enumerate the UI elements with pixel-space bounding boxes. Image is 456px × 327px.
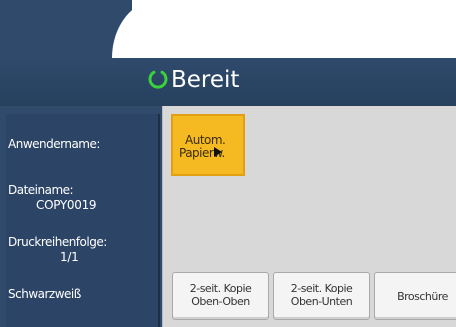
booklet-label: Broschüre: [397, 290, 448, 303]
file-name-label: Dateiname:: [8, 183, 74, 197]
arrow-right-icon: [214, 147, 222, 157]
status-text: Bereit: [171, 67, 240, 93]
auto-paper-select-button[interactable]: Autom. Papierw.: [171, 114, 245, 176]
duplex-top-bottom-line1: 2-seit. Kopie: [290, 282, 353, 295]
print-order-label: Druckreihenfolge:: [8, 235, 107, 249]
duplex-top-bottom-button[interactable]: 2-seit. Kopie Oben-Unten: [273, 272, 370, 320]
duplex-top-top-line2: Oben-Oben: [191, 295, 250, 308]
duplex-top-top-button[interactable]: 2-seit. Kopie Oben-Oben: [172, 272, 269, 320]
duplex-top-bottom-line2: Oben-Unten: [290, 295, 353, 308]
ready-ring-icon: [148, 70, 168, 89]
duplex-top-top-label: 2-seit. Kopie Oben-Oben: [173, 282, 268, 308]
file-name-value: COPY0019: [36, 198, 97, 212]
duplex-top-top-line1: 2-seit. Kopie: [189, 282, 252, 295]
status-bar: Bereit: [0, 58, 456, 106]
color-mode-label: Schwarzweiß: [8, 287, 81, 301]
copier-screen: Bereit Anwendername: Dateiname: COPY0019…: [0, 0, 456, 327]
print-order-value: 1/1: [60, 250, 79, 264]
booklet-button[interactable]: Broschüre: [374, 272, 456, 320]
duplex-top-bottom-label: 2-seit. Kopie Oben-Unten: [274, 282, 369, 308]
user-name-label: Anwendername:: [8, 137, 100, 151]
top-white-area: [132, 0, 456, 58]
